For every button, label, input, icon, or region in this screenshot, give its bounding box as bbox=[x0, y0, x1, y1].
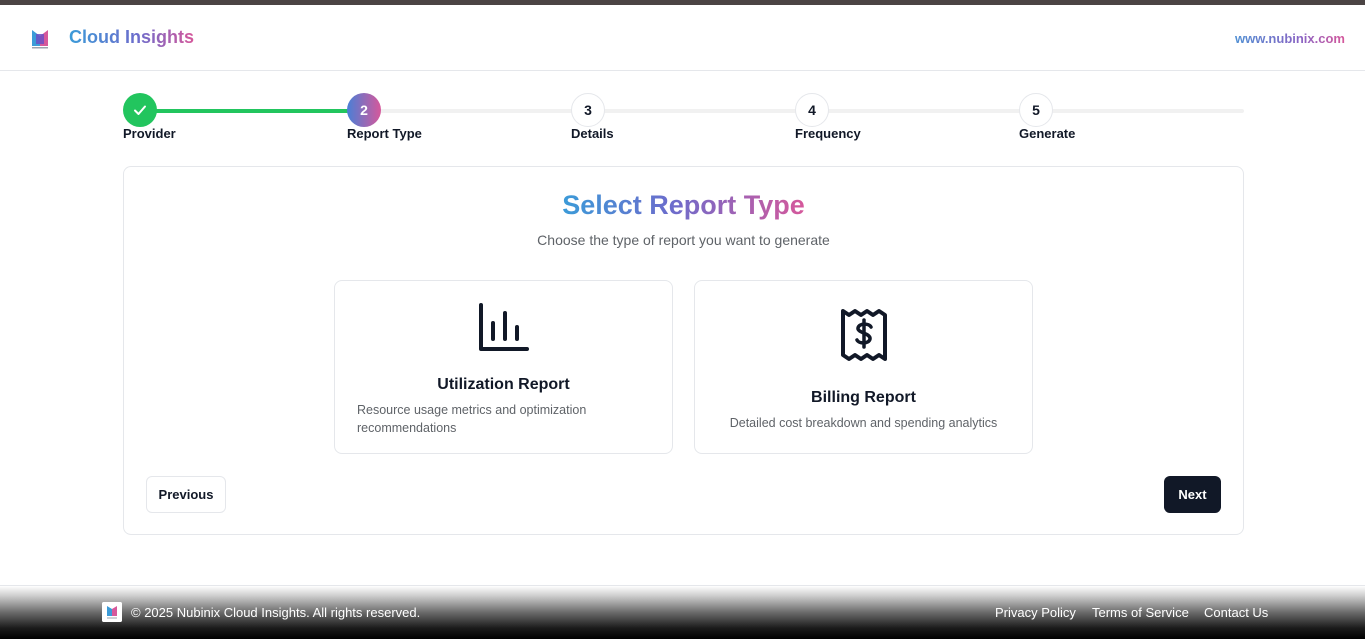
checkmark-icon bbox=[134, 105, 146, 115]
step-label: Provider bbox=[123, 126, 176, 141]
step-frequency[interactable]: 4 Frequency bbox=[795, 93, 861, 141]
page-title: Select Report Type bbox=[562, 190, 805, 220]
option-title: Utilization Report bbox=[437, 376, 570, 393]
step-label: Report Type bbox=[347, 126, 422, 141]
step-number: 5 bbox=[1019, 93, 1053, 127]
step-provider[interactable]: Provider bbox=[123, 93, 176, 141]
step-number: 3 bbox=[571, 93, 605, 127]
step-details[interactable]: 3 Details bbox=[571, 93, 614, 141]
app-brand-title[interactable]: Cloud Insights bbox=[69, 27, 194, 48]
report-type-card: Select Report Type Choose the type of re… bbox=[123, 166, 1244, 535]
previous-button[interactable]: Previous bbox=[146, 476, 226, 513]
copyright-text: © 2025 Nubinix Cloud Insights. All right… bbox=[131, 605, 421, 620]
bar-chart-icon bbox=[479, 303, 529, 351]
next-button[interactable]: Next bbox=[1164, 476, 1221, 513]
step-label: Details bbox=[571, 126, 614, 141]
app-footer: © 2025 Nubinix Cloud Insights. All right… bbox=[0, 585, 1365, 639]
step-number: 4 bbox=[795, 93, 829, 127]
app-header: Cloud Insights www.nubinix.com bbox=[0, 5, 1365, 71]
utilization-report-option[interactable]: Utilization Report Resource usage metric… bbox=[334, 280, 673, 454]
option-description: Detailed cost breakdown and spending ana… bbox=[729, 416, 998, 430]
progress-stepper: Provider 2 Report Type 3 Details 4 Frequ… bbox=[123, 93, 1244, 143]
contact-us-link[interactable]: Contact Us bbox=[1204, 605, 1268, 620]
option-description: Resource usage metrics and optimization … bbox=[357, 403, 587, 435]
billing-report-option[interactable]: Billing Report Detailed cost breakdown a… bbox=[694, 280, 1033, 454]
terms-of-service-link[interactable]: Terms of Service bbox=[1092, 605, 1189, 620]
step-label: Generate bbox=[1019, 126, 1076, 141]
stepper-progress-fill bbox=[141, 109, 366, 113]
nubinix-logo-icon bbox=[102, 602, 122, 622]
website-link[interactable]: www.nubinix.com bbox=[1235, 31, 1345, 46]
option-title: Billing Report bbox=[811, 389, 916, 406]
page-subtitle: Choose the type of report you want to ge… bbox=[537, 232, 830, 248]
step-report-type[interactable]: 2 Report Type bbox=[347, 93, 422, 141]
step-label: Frequency bbox=[795, 126, 861, 141]
billing-receipt-icon bbox=[841, 309, 887, 361]
step-generate[interactable]: 5 Generate bbox=[1019, 93, 1075, 141]
step-completed-circle bbox=[123, 93, 157, 127]
nubinix-logo-icon[interactable] bbox=[30, 28, 50, 50]
step-number: 2 bbox=[347, 93, 381, 127]
privacy-policy-link[interactable]: Privacy Policy bbox=[995, 605, 1076, 620]
